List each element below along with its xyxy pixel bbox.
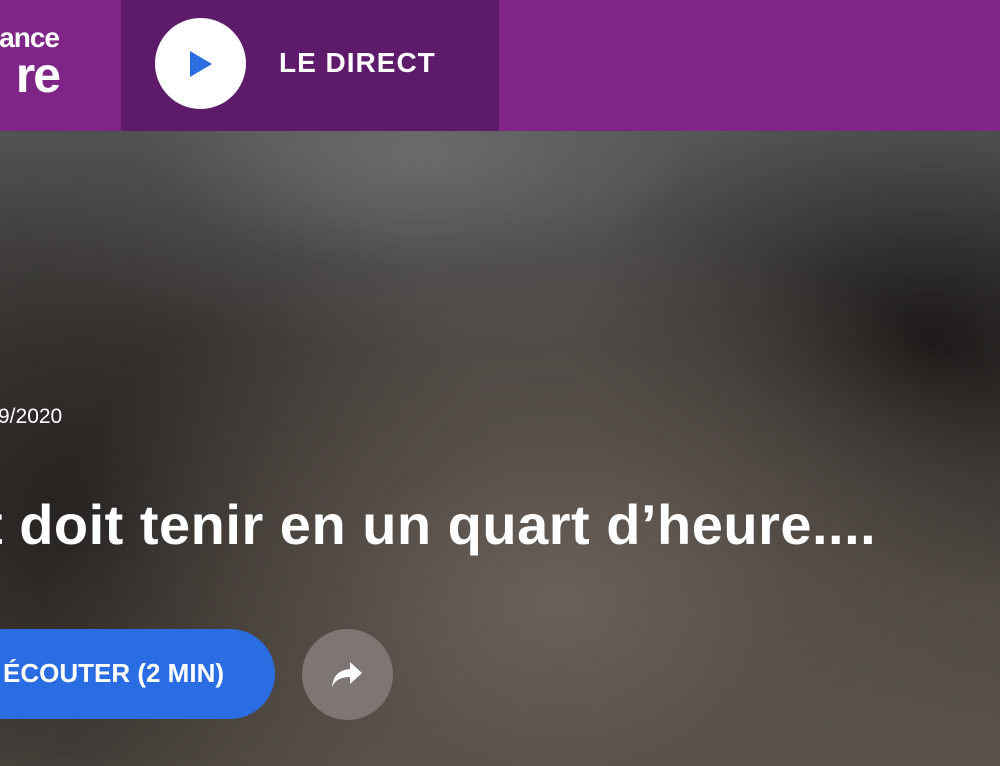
live-play-button[interactable] — [155, 18, 246, 109]
station-logo[interactable]: ance re — [0, 0, 121, 131]
top-navigation-bar: ance re LE DIRECT — [0, 0, 1000, 131]
episode-title: t doit tenir en un quart d’heure.... — [0, 493, 877, 556]
episode-hero: 9/2020 t doit tenir en un quart d’heure.… — [0, 131, 1000, 766]
page: ance re LE DIRECT 9/2020 t doit tenir en… — [0, 0, 1000, 766]
listen-button[interactable]: ÉCOUTER (2 MIN) — [0, 629, 275, 719]
logo-text-line2: re — [15, 47, 61, 103]
share-button[interactable] — [302, 629, 393, 720]
listen-button-label: ÉCOUTER (2 MIN) — [3, 658, 224, 688]
live-label[interactable]: LE DIRECT — [279, 49, 436, 77]
episode-date: 9/2020 — [0, 405, 63, 428]
share-arrow-icon — [332, 662, 362, 687]
live-player[interactable]: LE DIRECT — [121, 0, 499, 131]
play-icon — [190, 51, 212, 77]
